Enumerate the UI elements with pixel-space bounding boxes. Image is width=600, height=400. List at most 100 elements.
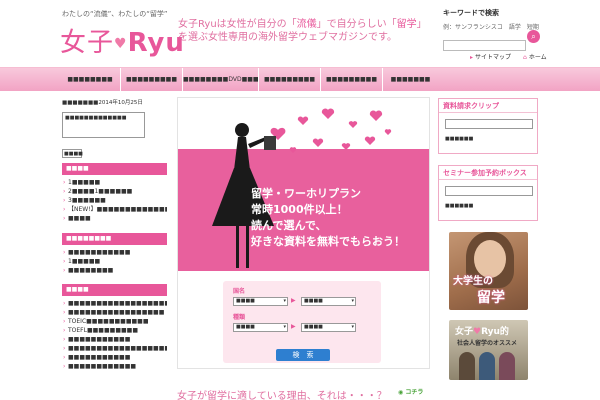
arrow-right-icon: ▶ bbox=[291, 323, 296, 330]
heart-icon bbox=[297, 116, 309, 125]
list-item[interactable]: 1■■■■■ bbox=[62, 257, 167, 266]
seminar-box-title: セミナー参加予約ボックス bbox=[439, 166, 537, 180]
search-button[interactable]: 検 索 bbox=[276, 349, 330, 361]
seminar-box-input[interactable] bbox=[445, 186, 533, 196]
college-study-abroad-ad[interactable]: 大学生の 留学 bbox=[449, 232, 528, 310]
home-link[interactable]: ホーム bbox=[529, 54, 547, 61]
list-item[interactable]: ■■■■■■■■■■■■ bbox=[62, 362, 167, 371]
list-item[interactable]: 【NEW!】■■■■■■■■■■■■■■■■■ bbox=[62, 205, 167, 214]
heart-icon bbox=[289, 147, 297, 153]
nav-item-2[interactable]: ■■■■■■■■■ bbox=[120, 68, 182, 92]
list-item[interactable]: TOEIC■■■■■■■■■■■ bbox=[62, 317, 167, 326]
nav-item-5[interactable]: ■■■■■■■■■ bbox=[320, 68, 382, 92]
seminar-box: セミナー参加予約ボックス ■■■■■■ bbox=[438, 165, 538, 221]
clip-box-input[interactable] bbox=[445, 119, 533, 129]
ad-text: 留学 bbox=[477, 290, 505, 306]
heart-icon bbox=[364, 136, 376, 145]
reason-question: 女子が留学に適している理由、それは・・・？ bbox=[177, 391, 387, 400]
search-title: キーワードで検索 bbox=[443, 9, 499, 17]
site-headline: 女子Ryuは女性が自分の「流儀」で自分らしい「留学」を選ぶ女性専用の海外留学ウェ… bbox=[178, 18, 433, 44]
type-select[interactable]: ■■■■ bbox=[233, 323, 288, 332]
type-label: 種類 bbox=[233, 314, 246, 321]
search-example: 例：サンフランシスコ 語学 短期 bbox=[443, 24, 539, 31]
list-item[interactable]: ■■■■■■■■■■■■■■■■■■■■ bbox=[62, 299, 167, 308]
nav-item-6[interactable]: ■■■■■■■ bbox=[382, 68, 438, 92]
list-item[interactable]: TOEFL■■■■■■■■■ bbox=[62, 326, 167, 335]
sidebar-heading-3: ■■■■ bbox=[62, 284, 167, 296]
info-box[interactable]: ■■■■■■■■■■■■■ bbox=[62, 112, 145, 138]
heart-icon bbox=[321, 108, 335, 119]
person-photo bbox=[499, 352, 515, 380]
list-item[interactable]: ■■■■■■■■■■■■■■■■■ bbox=[62, 308, 167, 317]
material-request-banner: 留学・ワーホリプラン 常時1000件以上！ 読んで選んで、 好きな資料を無料でも… bbox=[177, 97, 430, 369]
list-item[interactable]: ■■■■■■■■■■■ bbox=[62, 353, 167, 362]
nav-item-3[interactable]: ■■■■■■■■DVD■■■ bbox=[182, 68, 259, 92]
search-input[interactable] bbox=[443, 39, 526, 51]
list-item[interactable]: ■■■■■■■■■■■ bbox=[62, 248, 167, 257]
promo-text: 留学・ワーホリプラン 常時1000件以上！ 読んで選んで、 好きな資料を無料でも… bbox=[251, 186, 429, 250]
headline-highlight: 流儀 bbox=[296, 19, 317, 30]
sidebar-list-1: 1■■■■■ 2■■■■1■■■■■■ 3■■■■■■ 【NEW!】■■■■■■… bbox=[62, 178, 167, 223]
heart-icon bbox=[341, 143, 351, 150]
global-nav: ■■■■■■■■ ■■■■■■■■■ ■■■■■■■■DVD■■■ ■■■■■■… bbox=[0, 67, 600, 92]
reason-link-label: コチラ bbox=[405, 389, 424, 396]
list-item[interactable]: ■■■■ bbox=[62, 214, 167, 223]
list-item[interactable]: ■■■■■■■■■■■ bbox=[62, 335, 167, 344]
headline-part: 女子Ryuは女性が自分の「 bbox=[178, 19, 297, 30]
reason-link[interactable]: ◉ コチラ bbox=[398, 387, 423, 396]
heart-icon bbox=[369, 110, 383, 121]
ad-title-part: 女子 bbox=[455, 327, 474, 337]
ad-text: 大学生の bbox=[453, 276, 493, 287]
promo-line: 常時1000件以上！ bbox=[251, 203, 348, 216]
sitemap-icon: ▸ bbox=[470, 54, 474, 61]
seminar-box-tag[interactable]: ■■■■■■ bbox=[445, 203, 473, 209]
heart-icon bbox=[348, 121, 358, 128]
heart-icon: ♥ bbox=[114, 36, 128, 52]
small-input[interactable]: ■■■■ bbox=[62, 149, 83, 158]
home-icon: ⌂ bbox=[523, 54, 527, 61]
country-label: 国名 bbox=[233, 288, 246, 295]
ad-title-part: Ryu bbox=[481, 327, 500, 337]
headline-part: 」で自分らしい「 bbox=[316, 19, 397, 30]
promo-line: 読んで選んで、 bbox=[251, 219, 327, 232]
city-select[interactable]: ■■■■ bbox=[301, 297, 356, 306]
nav-item-1[interactable]: ■■■■■■■■ bbox=[60, 68, 120, 92]
clip-box: 資料請求クリップ ■■■■■■ bbox=[438, 98, 538, 154]
heart-icon bbox=[384, 129, 392, 135]
working-adult-study-ad[interactable]: 女子♥Ryu的 社会人留学のオススメ bbox=[449, 320, 528, 380]
keyword-search: キーワードで検索 例：サンフランシスコ 語学 短期 bbox=[443, 8, 543, 31]
site-tagline: わたしの“流儀”、わたしの“留学” bbox=[62, 10, 168, 18]
sidebar-list-2: ■■■■■■■■■■■ 1■■■■■ ■■■■■■■■ bbox=[62, 248, 167, 275]
site-logo[interactable]: 女子♥Ryu bbox=[60, 22, 185, 59]
search-icon[interactable]: ⌕ bbox=[527, 30, 540, 43]
person-photo bbox=[459, 352, 475, 380]
search-row: ⌕ bbox=[443, 30, 541, 51]
reason-row: 女子が留学に適している理由、それは・・・？ ◉ コチラ bbox=[177, 384, 430, 400]
clip-box-tag[interactable]: ■■■■■■ bbox=[445, 136, 473, 142]
sidebar-heading-2: ■■■■■■■■ bbox=[62, 233, 167, 245]
heart-icon bbox=[312, 138, 324, 147]
breadcrumb: ■■■■■■■2014年10月25日 bbox=[62, 100, 143, 106]
promo-line: 好きな資料を無料でもらおう！ bbox=[251, 235, 405, 248]
person-photo bbox=[479, 352, 495, 380]
headline-highlight: 留学 bbox=[396, 19, 417, 30]
promo-line: 留学・ワーホリプラン bbox=[251, 187, 361, 200]
arrow-right-icon: ▶ bbox=[291, 297, 296, 304]
list-item[interactable]: 1■■■■■ bbox=[62, 178, 167, 187]
list-item[interactable]: 3■■■■■■ bbox=[62, 196, 167, 205]
list-item[interactable]: ■■■■■■■■■■■■■■■■■■■■ bbox=[62, 344, 167, 353]
list-item[interactable]: ■■■■■■■■ bbox=[62, 266, 167, 275]
subtype-select[interactable]: ■■■■ bbox=[301, 323, 356, 332]
country-select[interactable]: ■■■■ bbox=[233, 297, 288, 306]
utility-links: ▸ サイトマップ ⌂ ホーム bbox=[470, 52, 547, 61]
ad-title-part: 的 bbox=[499, 327, 509, 337]
search-form: 国名 ■■■■ ▶ ■■■■ 種類 ■■■■ ▶ ■■■■ 検 索 bbox=[223, 281, 381, 363]
list-item[interactable]: 2■■■■1■■■■■■ bbox=[62, 187, 167, 196]
sidebar-list-3: ■■■■■■■■■■■■■■■■■■■■ ■■■■■■■■■■■■■■■■■ T… bbox=[62, 299, 167, 371]
nav-item-4[interactable]: ■■■■■■■■■ bbox=[258, 68, 320, 92]
clip-box-title: 資料請求クリップ bbox=[439, 99, 537, 113]
sitemap-link[interactable]: サイトマップ bbox=[475, 54, 511, 61]
heart-icon: ♥ bbox=[473, 327, 482, 337]
hearts-decoration bbox=[270, 108, 392, 153]
logo-jp-text: 女子 bbox=[60, 28, 115, 58]
